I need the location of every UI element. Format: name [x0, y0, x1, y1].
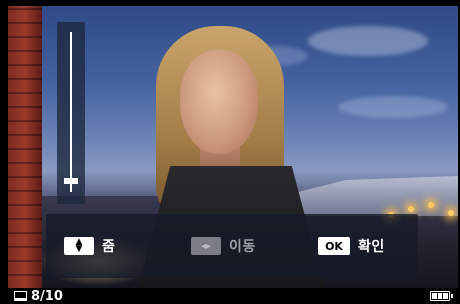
- zoom-slider[interactable]: [57, 22, 85, 204]
- left-right-arrows-icon: ◂▸: [191, 237, 221, 255]
- battery-icon: [430, 291, 453, 301]
- control-bar: ▲ ▼ 줌 ◂▸ 이동 OK 확인: [46, 214, 418, 278]
- city-light: [428, 202, 434, 208]
- battery-bar: [437, 293, 443, 299]
- battery-bar: [432, 293, 437, 299]
- confirm-label: 확인: [358, 239, 385, 255]
- building-background: [8, 6, 42, 290]
- zoom-slider-track: [70, 32, 72, 192]
- status-bar: 8/10: [0, 288, 460, 304]
- ok-key: OK: [318, 237, 350, 255]
- move-label: 이동: [229, 239, 256, 255]
- confirm-control[interactable]: OK 확인: [318, 234, 385, 258]
- cloud: [338, 96, 448, 118]
- zoom-slider-thumb[interactable]: [64, 178, 78, 185]
- stadium-building: [298, 176, 458, 216]
- camera-screen: ▲ ▼ 줌 ◂▸ 이동 OK 확인 8/10: [0, 0, 460, 304]
- city-light: [448, 210, 454, 216]
- subject-face: [180, 50, 258, 154]
- battery-bar: [443, 293, 449, 299]
- city-light: [408, 206, 414, 212]
- frame-icon: [14, 291, 27, 301]
- cloud: [308, 26, 428, 56]
- zoom-control[interactable]: ▲ ▼ 줌: [64, 234, 115, 258]
- frame-count: 8/10: [31, 289, 63, 304]
- zoom-label: 줌: [102, 239, 116, 255]
- up-down-arrows-icon: ▲ ▼: [64, 237, 94, 255]
- move-control: ◂▸ 이동: [191, 234, 256, 258]
